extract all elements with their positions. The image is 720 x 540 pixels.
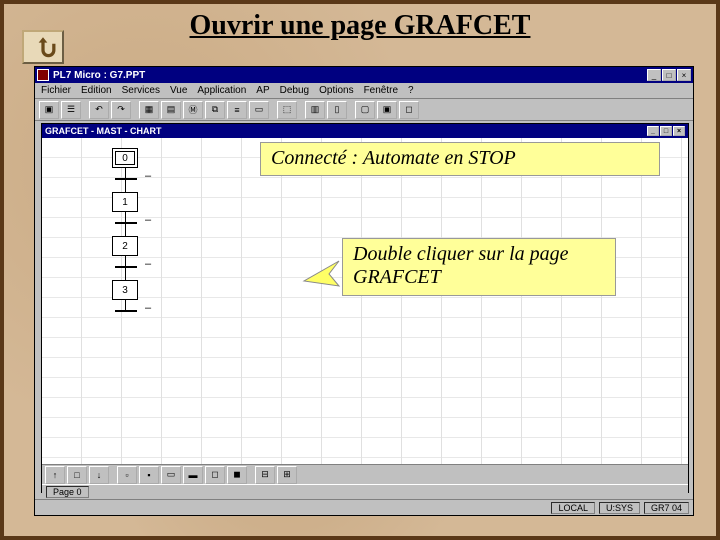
status-mode: LOCAL <box>551 502 595 514</box>
grafcet-step-0[interactable]: 0 <box>112 148 138 168</box>
menu-options[interactable]: Options <box>319 85 353 96</box>
tool-undo-icon[interactable]: ↶ <box>89 101 109 119</box>
status-page: Page 0 <box>46 486 89 498</box>
window-title: PL7 Micro : G7.PPT <box>53 70 647 81</box>
gtool-box-icon[interactable]: □ <box>67 466 87 484</box>
sub-statusbar: Page 0 <box>42 484 688 498</box>
tool-open-icon[interactable]: ☰ <box>61 101 81 119</box>
grafcet-transition[interactable] <box>115 178 137 180</box>
gtool-g-icon[interactable]: ⊟ <box>255 466 275 484</box>
main-toolbar: ▣ ☰ ↶ ↷ ▦ ▤ Ⓜ ⧉ ≡ ▭ ⬚ ▥ ▯ ▢ ▣ ◻ <box>35 99 693 121</box>
gtool-b-icon[interactable]: ▪ <box>139 466 159 484</box>
grafcet-step-2[interactable]: 2 <box>112 236 138 256</box>
sub-minimize-button[interactable]: _ <box>647 126 659 136</box>
menu-services[interactable]: Services <box>122 85 160 96</box>
menu-ap[interactable]: AP <box>256 85 269 96</box>
gtool-e-icon[interactable]: ◻ <box>205 466 225 484</box>
tool-zoom-icon[interactable]: ⧉ <box>205 101 225 119</box>
callout-hint: Double cliquer sur la page GRAFCET <box>342 238 616 296</box>
grafcet-canvas[interactable]: 0 1 2 3 <box>42 138 688 464</box>
gtool-down-icon[interactable]: ↓ <box>89 466 109 484</box>
grafcet-toolbar: ↑ □ ↓ ▫ ▪ ▭ ▬ ◻ ◼ ⊟ ⊞ <box>42 464 688 484</box>
grafcet-chart: 0 1 2 3 <box>82 148 138 312</box>
tool-find-icon[interactable]: Ⓜ <box>183 101 203 119</box>
grafcet-transition[interactable] <box>115 310 137 312</box>
menu-fenetre[interactable]: Fenêtre <box>364 85 398 96</box>
tool-g-icon[interactable]: ▣ <box>377 101 397 119</box>
sub-close-button[interactable]: × <box>673 126 685 136</box>
grafcet-step-1[interactable]: 1 <box>112 192 138 212</box>
app-statusbar: LOCAL U:SYS GR7 04 <box>35 499 693 515</box>
minimize-button[interactable]: _ <box>647 69 661 81</box>
menu-application[interactable]: Application <box>197 85 246 96</box>
tool-c-icon[interactable]: ⬚ <box>277 101 297 119</box>
app-icon <box>37 69 49 81</box>
status-mem: GR7 04 <box>644 502 689 514</box>
gtool-a-icon[interactable]: ▫ <box>117 466 137 484</box>
tool-new-icon[interactable]: ▣ <box>39 101 59 119</box>
sub-titlebar: GRAFCET - MAST - CHART _ □ × <box>42 124 688 138</box>
sub-maximize-button[interactable]: □ <box>660 126 672 136</box>
sub-title: GRAFCET - MAST - CHART <box>45 126 162 136</box>
grafcet-transition[interactable] <box>115 222 137 224</box>
tool-d-icon[interactable]: ▥ <box>305 101 325 119</box>
tool-b-icon[interactable]: ▭ <box>249 101 269 119</box>
tool-redo-icon[interactable]: ↷ <box>111 101 131 119</box>
callout-status: Connecté : Automate en STOP <box>260 142 660 176</box>
menubar: Fichier Edition Services Vue Application… <box>35 83 693 99</box>
slide-title: Ouvrir une page GRAFCET <box>4 10 716 42</box>
gtool-f-icon[interactable]: ◼ <box>227 466 247 484</box>
titlebar: PL7 Micro : G7.PPT _ □ × <box>35 67 693 83</box>
menu-debug[interactable]: Debug <box>280 85 309 96</box>
gtool-up-icon[interactable]: ↑ <box>45 466 65 484</box>
grafcet-transition[interactable] <box>115 266 137 268</box>
gtool-h-icon[interactable]: ⊞ <box>277 466 297 484</box>
menu-vue[interactable]: Vue <box>170 85 187 96</box>
tool-f-icon[interactable]: ▢ <box>355 101 375 119</box>
gtool-d-icon[interactable]: ▬ <box>183 466 203 484</box>
maximize-button[interactable]: □ <box>662 69 676 81</box>
tool-table-icon[interactable]: ▤ <box>161 101 181 119</box>
tool-a-icon[interactable]: ≡ <box>227 101 247 119</box>
close-button[interactable]: × <box>677 69 691 81</box>
arrow-icon <box>289 256 349 296</box>
u-turn-icon <box>30 36 56 58</box>
tool-grid-icon[interactable]: ▦ <box>139 101 159 119</box>
menu-help[interactable]: ? <box>408 85 414 96</box>
status-sys: U:SYS <box>599 502 640 514</box>
menu-fichier[interactable]: Fichier <box>41 85 71 96</box>
grafcet-subwindow[interactable]: GRAFCET - MAST - CHART _ □ × 0 1 2 3 <box>41 123 689 493</box>
tool-h-icon[interactable]: ◻ <box>399 101 419 119</box>
gtool-c-icon[interactable]: ▭ <box>161 466 181 484</box>
menu-edition[interactable]: Edition <box>81 85 112 96</box>
tool-e-icon[interactable]: ▯ <box>327 101 347 119</box>
grafcet-step-3[interactable]: 3 <box>112 280 138 300</box>
home-button[interactable] <box>22 30 64 64</box>
